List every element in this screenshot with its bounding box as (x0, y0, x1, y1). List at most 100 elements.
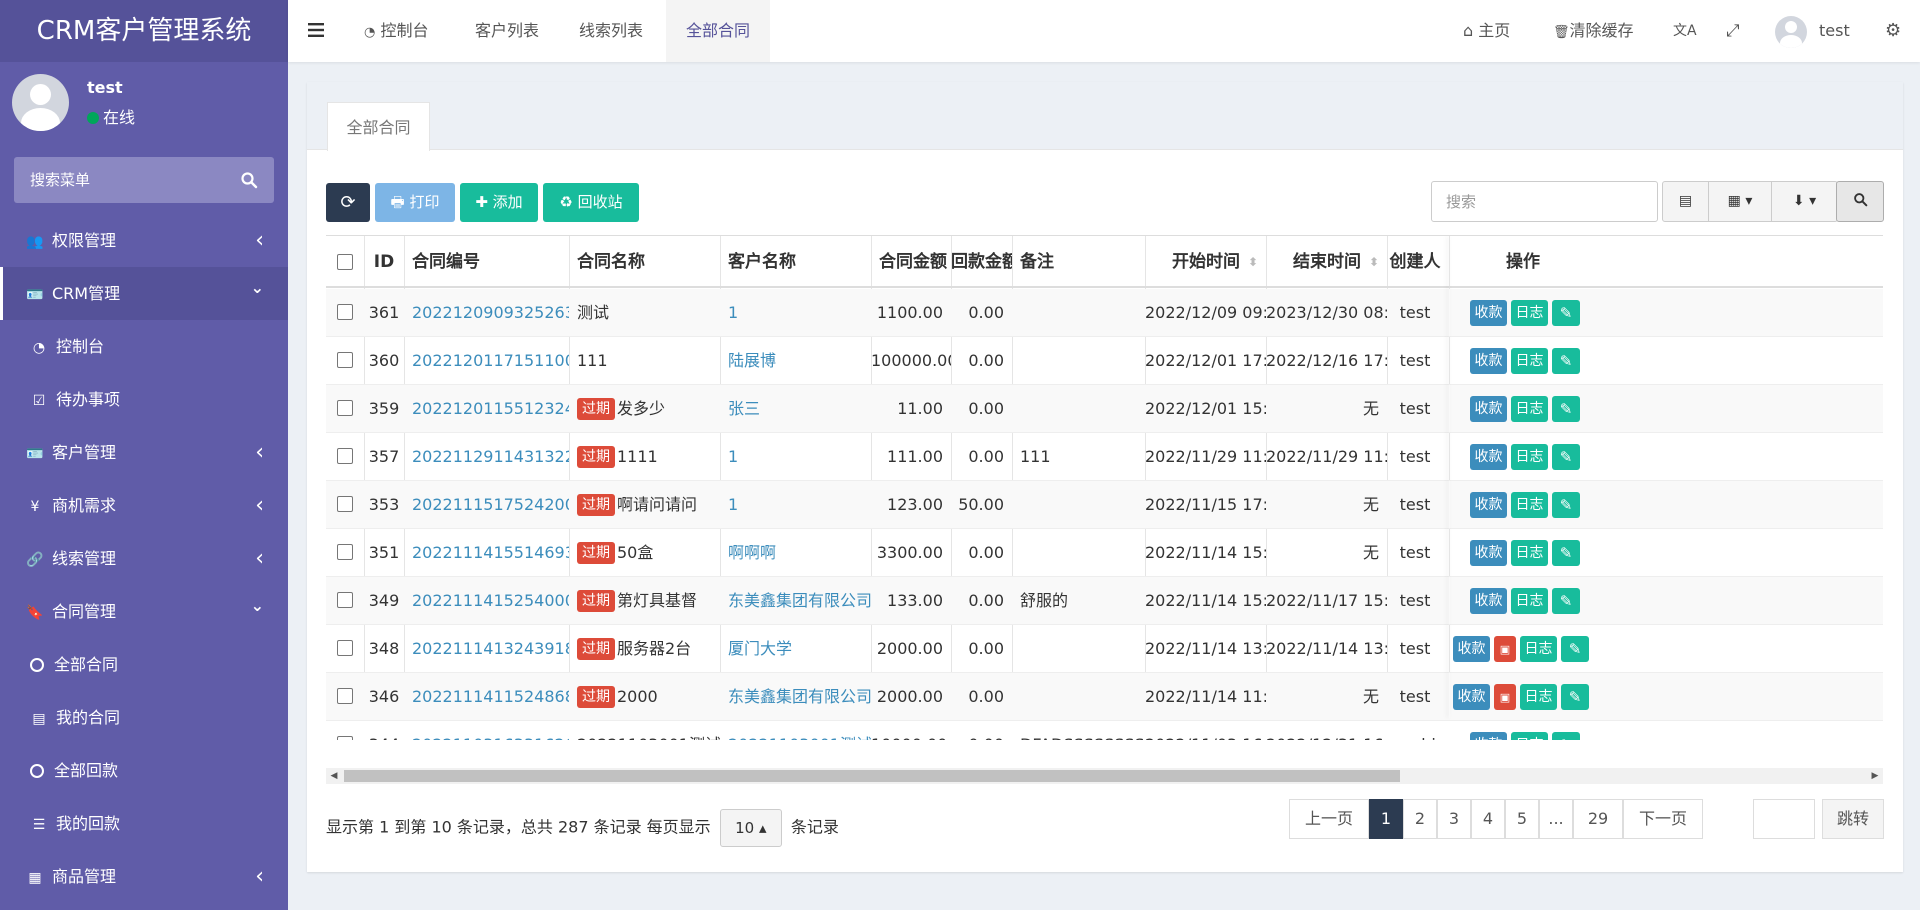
cell-customer-name[interactable]: 陆展博 (720, 337, 871, 385)
cell-customer-name[interactable]: 1 (720, 433, 871, 481)
log-button[interactable]: 日志 (1511, 540, 1548, 566)
sidebar-item-all-contracts[interactable]: 全部合同 (0, 638, 288, 691)
table-row[interactable]: 35320221115175242000662过期啊请问请问1 123.00 50.… (326, 481, 1883, 529)
edit-button[interactable]: ✎ (1552, 492, 1580, 518)
cell-contract-code[interactable]: 20221114152540000873 (404, 577, 569, 625)
tab-dashboard[interactable]: ◔ 控制台 (364, 0, 428, 62)
table-row[interactable]: 34920221114152540000873过期第灯具基督东美鑫集团有限公司 1… (326, 577, 1883, 625)
cell-contract-code[interactable]: 20221115175242000662 (404, 481, 569, 529)
cell-contract-code[interactable]: 20221114155146936046 (404, 529, 569, 577)
page-3[interactable]: 3 (1437, 799, 1471, 839)
sidebar-item-contracts[interactable]: 🔖 合同管理 ⌄ (0, 585, 288, 638)
sidebar-item-all-payments[interactable]: 全部回款 (0, 744, 288, 797)
collect-button[interactable]: 收款 (1470, 732, 1507, 740)
cell-customer-name[interactable]: 东美鑫集团有限公司 (720, 673, 871, 721)
cell-contract-code[interactable]: 20221129114313223696 (404, 433, 569, 481)
cell-contract-code[interactable]: 20221201155123245879 (404, 385, 569, 433)
delete-button[interactable]: ▣ (1494, 684, 1516, 710)
table-search-input[interactable] (1431, 181, 1658, 222)
cell-contract-code[interactable]: 20221103163316269718 (404, 721, 569, 740)
user-menu[interactable]: test (1775, 0, 1850, 62)
edit-button[interactable]: ✎ (1561, 684, 1589, 710)
cell-contract-code[interactable]: 20221201171511000061 (404, 337, 569, 385)
cell-customer-name[interactable]: 啊啊啊 (720, 529, 871, 577)
recycle-bin-button[interactable]: ♻ 回收站 (543, 183, 639, 222)
table-row[interactable]: 35720221129114313223696过期11111 111.00 0.00… (326, 433, 1883, 481)
edit-button[interactable]: ✎ (1552, 540, 1580, 566)
sidebar-item-opportunities[interactable]: ¥ 商机需求 ‹ (0, 479, 288, 532)
collect-button[interactable]: 收款 (1470, 396, 1507, 422)
log-button[interactable]: 日志 (1520, 636, 1557, 662)
sidebar-item-dashboard[interactable]: ◔ 控制台 (0, 320, 288, 373)
row-checkbox[interactable] (337, 640, 353, 656)
refresh-button[interactable]: ⟳ (326, 183, 370, 222)
collect-button[interactable]: 收款 (1470, 300, 1507, 326)
advanced-search-button[interactable] (1836, 181, 1884, 222)
add-button[interactable]: ✚ 添加 (460, 183, 538, 222)
collect-button[interactable]: 收款 (1470, 588, 1507, 614)
table-row[interactable]: 3442022110316331626971820221103001测试合同20… (326, 721, 1883, 740)
print-button[interactable]: 🖶 打印 (375, 183, 455, 222)
sidebar-item-crm[interactable]: 🪪 CRM管理 ⌄ (0, 267, 288, 320)
header-end-time[interactable]: 结束时间 ⬍ (1266, 236, 1387, 288)
page-ellipsis[interactable]: ... (1539, 799, 1573, 839)
table-row[interactable]: 34620221114115248680106过期2000东美鑫集团有限公司 20… (326, 673, 1883, 721)
table-row[interactable]: 34820221114132439181887过期服务器2台厦门大学 2000.0… (326, 625, 1883, 673)
fullscreen-icon[interactable]: ⤢ (1726, 0, 1740, 62)
table-row[interactable]: 35120221114155146936046过期50盒啊啊啊 3300.00 0.… (326, 529, 1883, 577)
sidebar-item-todo[interactable]: ☑ 待办事项 (0, 373, 288, 426)
panel-tab-all-contracts[interactable]: 全部合同 (327, 102, 430, 151)
table-row[interactable]: 36120221209093252638401 测试 1 1100.00 0.00 202… (326, 289, 1883, 337)
row-checkbox[interactable] (337, 496, 353, 512)
edit-button[interactable]: ✎ (1552, 300, 1580, 326)
row-checkbox[interactable] (337, 448, 353, 464)
jump-button[interactable]: 跳转 (1822, 799, 1884, 839)
columns-dropdown-icon[interactable]: ▦ ▾ (1708, 181, 1772, 222)
log-button[interactable]: 日志 (1511, 444, 1548, 470)
sidebar-item-my-payments[interactable]: ☰ 我的回款 (0, 797, 288, 850)
prev-page-button[interactable]: 上一页 (1289, 799, 1369, 839)
edit-button[interactable]: ✎ (1552, 732, 1580, 740)
next-page-button[interactable]: 下一页 (1623, 799, 1703, 839)
sidebar-item-leads[interactable]: 🔗 线索管理 ‹ (0, 532, 288, 585)
edit-button[interactable]: ✎ (1552, 588, 1580, 614)
log-button[interactable]: 日志 (1511, 588, 1548, 614)
cell-customer-name[interactable]: 20221103001测试客户 (720, 721, 871, 740)
cell-customer-name[interactable]: 1 (720, 289, 871, 337)
edit-button[interactable]: ✎ (1552, 348, 1580, 374)
page-size-select[interactable]: 10 ▴ (719, 809, 782, 847)
collect-button[interactable]: 收款 (1453, 636, 1490, 662)
log-button[interactable]: 日志 (1511, 732, 1548, 740)
sidebar-toggle-icon[interactable] (308, 0, 324, 62)
row-checkbox[interactable] (337, 544, 353, 560)
table-row[interactable]: 36020221201171511000061 111 陆展博100000.00 0.… (326, 337, 1883, 385)
collect-button[interactable]: 收款 (1470, 540, 1507, 566)
cell-contract-code[interactable]: 20221114115248680106 (404, 673, 569, 721)
sidebar-item-customers[interactable]: 🪪 客户管理 ‹ (0, 426, 288, 479)
page-29[interactable]: 29 (1573, 799, 1623, 839)
page-2[interactable]: 2 (1403, 799, 1437, 839)
tab-customer-list[interactable]: 客户列表 (475, 0, 539, 62)
select-all-checkbox[interactable] (337, 254, 353, 270)
menu-search-input[interactable] (14, 157, 224, 203)
row-checkbox[interactable] (337, 304, 353, 320)
clear-cache-button[interactable]: 🗑清除缓存 (1553, 0, 1634, 62)
log-button[interactable]: 日志 (1511, 348, 1548, 374)
scrollbar-thumb[interactable] (344, 770, 1400, 782)
log-button[interactable]: 日志 (1511, 492, 1548, 518)
log-button[interactable]: 日志 (1520, 684, 1557, 710)
header-start-time[interactable]: 开始时间 ⬍ (1145, 236, 1266, 288)
cell-contract-code[interactable]: 20221209093252638401 (404, 289, 569, 337)
cell-contract-code[interactable]: 20221114132439181887 (404, 625, 569, 673)
table-horizontal-scrollbar[interactable]: ◀ ▶ (326, 768, 1883, 784)
edit-button[interactable]: ✎ (1561, 636, 1589, 662)
export-dropdown-icon[interactable]: ⬇ ▾ (1771, 181, 1838, 222)
search-icon[interactable] (240, 171, 258, 189)
row-checkbox[interactable] (337, 736, 353, 740)
row-checkbox[interactable] (337, 688, 353, 704)
sidebar-item-my-contracts[interactable]: ▤ 我的合同 (0, 691, 288, 744)
row-checkbox[interactable] (337, 352, 353, 368)
collect-button[interactable]: 收款 (1453, 684, 1490, 710)
jump-page-input[interactable] (1753, 799, 1815, 839)
settings-gears-icon[interactable]: ⚙ (1885, 0, 1901, 62)
